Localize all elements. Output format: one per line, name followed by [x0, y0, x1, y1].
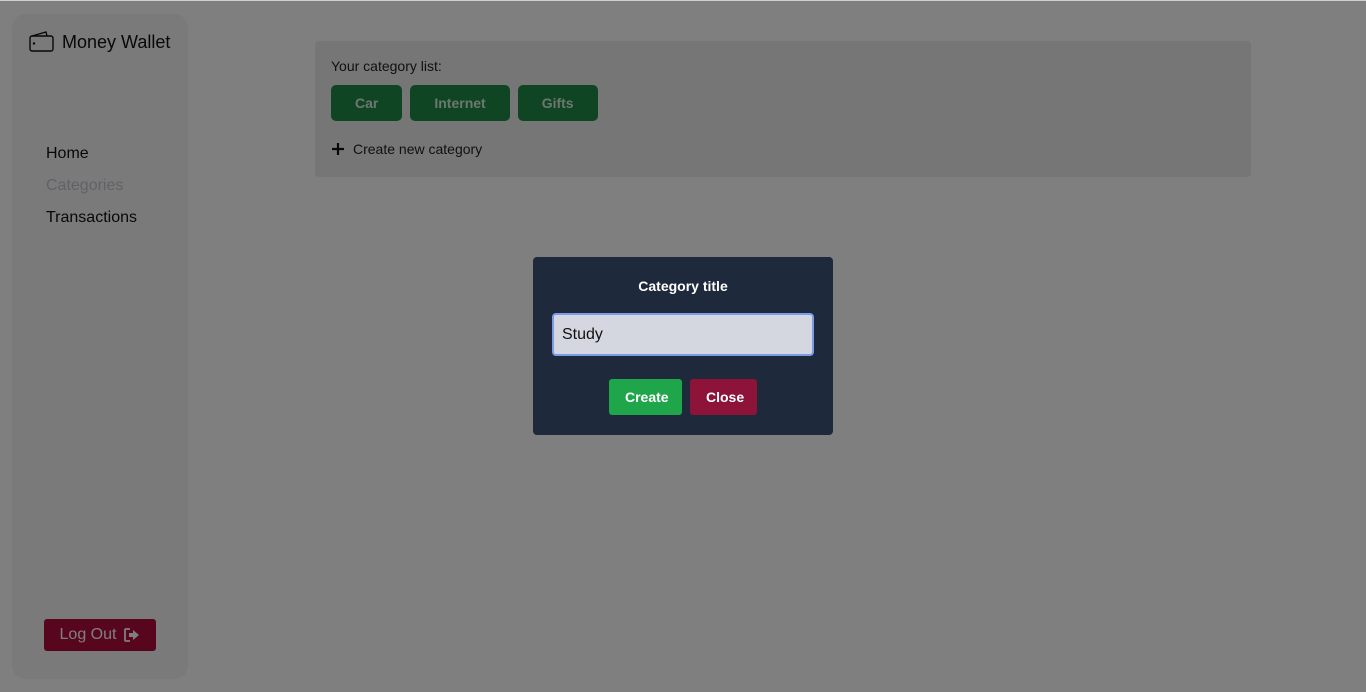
- close-button[interactable]: Close: [690, 379, 757, 415]
- modal-actions: Create Close: [533, 379, 833, 415]
- category-title-input[interactable]: [552, 313, 814, 356]
- app-page: Money Wallet Home Categories Transaction…: [0, 0, 1366, 692]
- modal-title: Category title: [638, 278, 728, 294]
- create-category-modal: Category title Create Close: [533, 257, 833, 435]
- create-button[interactable]: Create: [609, 379, 682, 415]
